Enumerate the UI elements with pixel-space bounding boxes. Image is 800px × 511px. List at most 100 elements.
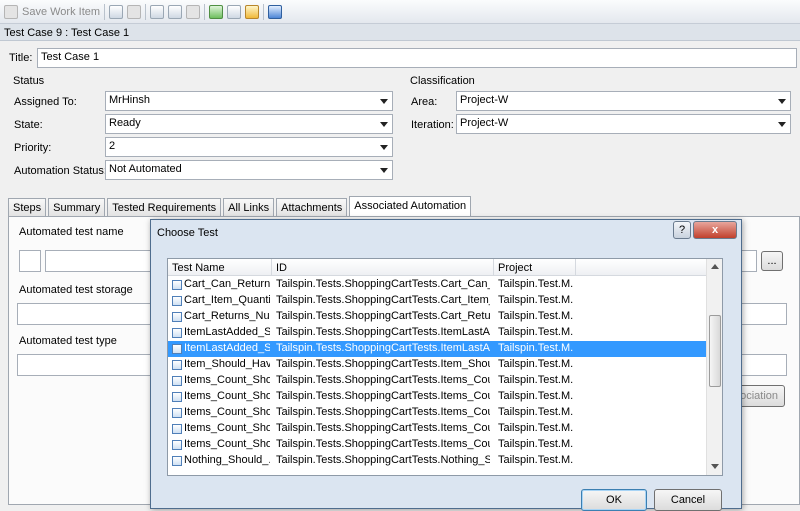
test-name-cell: Nothing_Should_...: [184, 454, 270, 466]
test-name-cell: Items_Count_Sho...: [184, 374, 270, 386]
scroll-thumb[interactable]: [709, 315, 721, 387]
area-label: Area:: [411, 96, 438, 108]
area-value: Project-W: [460, 94, 509, 106]
tab-attachments[interactable]: Attachments: [276, 198, 348, 216]
column-header-project[interactable]: Project: [494, 259, 576, 276]
assigned-to-label: Assigned To:: [14, 96, 77, 108]
copy-icon[interactable]: [150, 4, 165, 19]
ok-button[interactable]: OK: [581, 489, 647, 511]
table-row[interactable]: Items_Count_Sho... Tailspin.Tests.Shoppin…: [168, 389, 706, 405]
choose-test-dialog: Choose Test ? x Test Name ID Project Car…: [150, 219, 742, 511]
table-row[interactable]: Cart_Returns_Null... Tailspin.Tests.Shopp…: [168, 309, 706, 325]
table-row[interactable]: Cart_Can_Return_... Tailspin.Tests.Shoppi…: [168, 277, 706, 293]
test-id-cell: Tailspin.Tests.ShoppingCartTests.Cart_Re…: [276, 310, 490, 322]
test-project-cell: Tailspin.Test.M...: [498, 374, 574, 386]
refresh-icon[interactable]: [109, 4, 124, 19]
paste-icon[interactable]: [186, 4, 201, 19]
table-row[interactable]: Items_Count_Sho... Tailspin.Tests.Shoppin…: [168, 437, 706, 453]
status-heading: Status: [13, 75, 45, 87]
test-project-cell: Tailspin.Test.M...: [498, 326, 574, 338]
close-button[interactable]: x: [693, 221, 737, 239]
email-icon[interactable]: [245, 4, 260, 19]
work-item-header: Test Case 9 : Test Case 1: [0, 24, 800, 41]
automated-test-name-label: Automated test name: [19, 226, 124, 238]
tab-strip: Steps Summary Tested Requirements All Li…: [8, 196, 473, 216]
priority-label: Priority:: [14, 142, 52, 154]
vertical-scrollbar[interactable]: [706, 259, 722, 475]
cancel-button[interactable]: Cancel: [654, 489, 722, 511]
test-name-icon-box: [19, 250, 41, 272]
chevron-down-icon: [380, 122, 388, 127]
test-name-cell: ItemLastAdded_S...: [184, 342, 270, 354]
test-id-cell: Tailspin.Tests.ShoppingCartTests.ItemLas…: [276, 342, 490, 354]
save-work-item-label: Save Work Item: [22, 5, 101, 18]
automation-status-dropdown[interactable]: Not Automated: [105, 160, 393, 180]
toolbar-separator: [145, 3, 147, 20]
toolbar-separator: [104, 3, 106, 20]
automation-status-label: Automation Status:: [14, 165, 107, 177]
test-id-cell: Tailspin.Tests.ShoppingCartTests.Items_C…: [276, 438, 490, 450]
test-id-cell: Tailspin.Tests.ShoppingCartTests.Item_Sh…: [276, 358, 490, 370]
tab-all-links[interactable]: All Links: [223, 198, 275, 216]
iteration-value: Project-W: [460, 117, 509, 129]
test-project-cell: Tailspin.Test.M...: [498, 342, 574, 354]
test-id-cell: Tailspin.Tests.ShoppingCartTests.Items_C…: [276, 422, 490, 434]
unit-test-icon: [172, 392, 182, 402]
automation-status-value: Not Automated: [109, 163, 182, 175]
test-name-cell: Items_Count_Sho...: [184, 406, 270, 418]
scroll-up-icon[interactable]: [711, 264, 719, 269]
team-icon[interactable]: [268, 4, 283, 19]
test-project-cell: Tailspin.Test.M...: [498, 310, 574, 322]
table-row[interactable]: ItemLastAdded_S... Tailspin.Tests.Shoppin…: [168, 325, 706, 341]
toolbar-separator: [263, 3, 265, 20]
automated-test-storage-label: Automated test storage: [19, 284, 133, 296]
state-value: Ready: [109, 117, 141, 129]
priority-dropdown[interactable]: 2: [105, 137, 393, 157]
column-header-id[interactable]: ID: [272, 259, 494, 276]
test-id-cell: Tailspin.Tests.ShoppingCartTests.Cart_Ca…: [276, 278, 490, 290]
table-row[interactable]: Cart_Item_Quanti... Tailspin.Tests.Shoppi…: [168, 293, 706, 309]
save-work-item-button[interactable]: Save Work Item: [4, 4, 101, 19]
help-button[interactable]: ?: [673, 221, 691, 239]
browse-button[interactable]: ...: [761, 251, 783, 271]
title-field[interactable]: Test Case 1: [37, 48, 797, 68]
assigned-to-dropdown[interactable]: MrHinsh: [105, 91, 393, 111]
iteration-dropdown[interactable]: Project-W: [456, 114, 791, 134]
test-name-cell: Cart_Returns_Null...: [184, 310, 270, 322]
new-linked-item-icon[interactable]: [168, 4, 183, 19]
column-header-test-name[interactable]: Test Name: [168, 259, 272, 276]
tab-steps[interactable]: Steps: [8, 198, 47, 216]
toolbar-separator: [204, 3, 206, 20]
table-row[interactable]: Items_Count_Sho... Tailspin.Tests.Shoppin…: [168, 421, 706, 437]
tab-summary[interactable]: Summary: [48, 198, 106, 216]
test-id-cell: Tailspin.Tests.ShoppingCartTests.Cart_It…: [276, 294, 490, 306]
test-list: Test Name ID Project Cart_Can_Return_...…: [167, 258, 723, 476]
test-project-cell: Tailspin.Test.M...: [498, 438, 574, 450]
table-row[interactable]: Item_Should_Hav... Tailspin.Tests.Shoppin…: [168, 357, 706, 373]
list-header: Test Name ID Project: [168, 259, 706, 276]
undo-icon[interactable]: [127, 4, 142, 19]
table-row[interactable]: Items_Count_Sho... Tailspin.Tests.Shoppin…: [168, 373, 706, 389]
test-name-cell: Cart_Item_Quanti...: [184, 294, 270, 306]
unit-test-icon: [172, 296, 182, 306]
excel-icon[interactable]: [209, 4, 224, 19]
table-row[interactable]: ItemLastAdded_S... Tailspin.Tests.Shoppin…: [168, 341, 706, 357]
iteration-label: Iteration:: [411, 119, 454, 131]
test-name-cell: Items_Count_Sho...: [184, 422, 270, 434]
test-project-cell: Tailspin.Test.M...: [498, 278, 574, 290]
test-name-cell: Items_Count_Sho...: [184, 438, 270, 450]
priority-value: 2: [109, 140, 116, 152]
toolbar: Save Work Item: [0, 0, 800, 24]
test-name-cell: Cart_Can_Return_...: [184, 278, 270, 290]
test-id-cell: Tailspin.Tests.ShoppingCartTests.ItemLas…: [276, 326, 490, 338]
area-dropdown[interactable]: Project-W: [456, 91, 791, 111]
table-row[interactable]: Nothing_Should_... Tailspin.Tests.Shoppin…: [168, 453, 706, 469]
state-dropdown[interactable]: Ready: [105, 114, 393, 134]
table-row[interactable]: Items_Count_Sho... Tailspin.Tests.Shoppin…: [168, 405, 706, 421]
scroll-down-icon[interactable]: [711, 464, 719, 469]
project-icon[interactable]: [227, 4, 242, 19]
automated-test-type-label: Automated test type: [19, 335, 117, 347]
tab-associated-automation[interactable]: Associated Automation: [349, 196, 472, 216]
unit-test-icon: [172, 408, 182, 418]
tab-tested-requirements[interactable]: Tested Requirements: [107, 198, 222, 216]
